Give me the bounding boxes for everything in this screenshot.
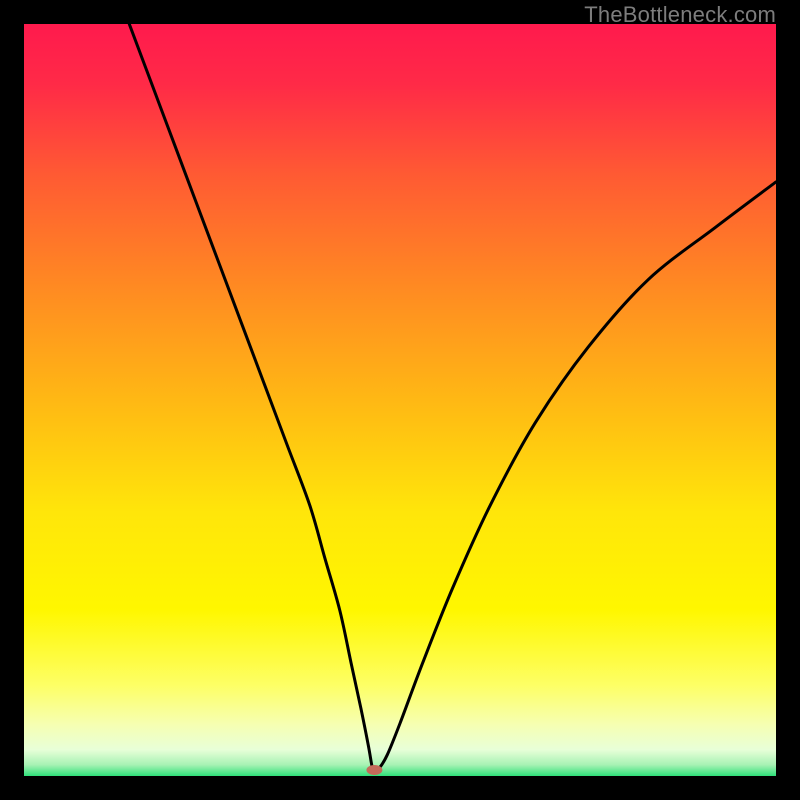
optimum-marker	[366, 765, 382, 775]
gradient-background	[24, 24, 776, 776]
bottleneck-chart	[24, 24, 776, 776]
chart-frame	[24, 24, 776, 776]
watermark-text: TheBottleneck.com	[584, 2, 776, 28]
